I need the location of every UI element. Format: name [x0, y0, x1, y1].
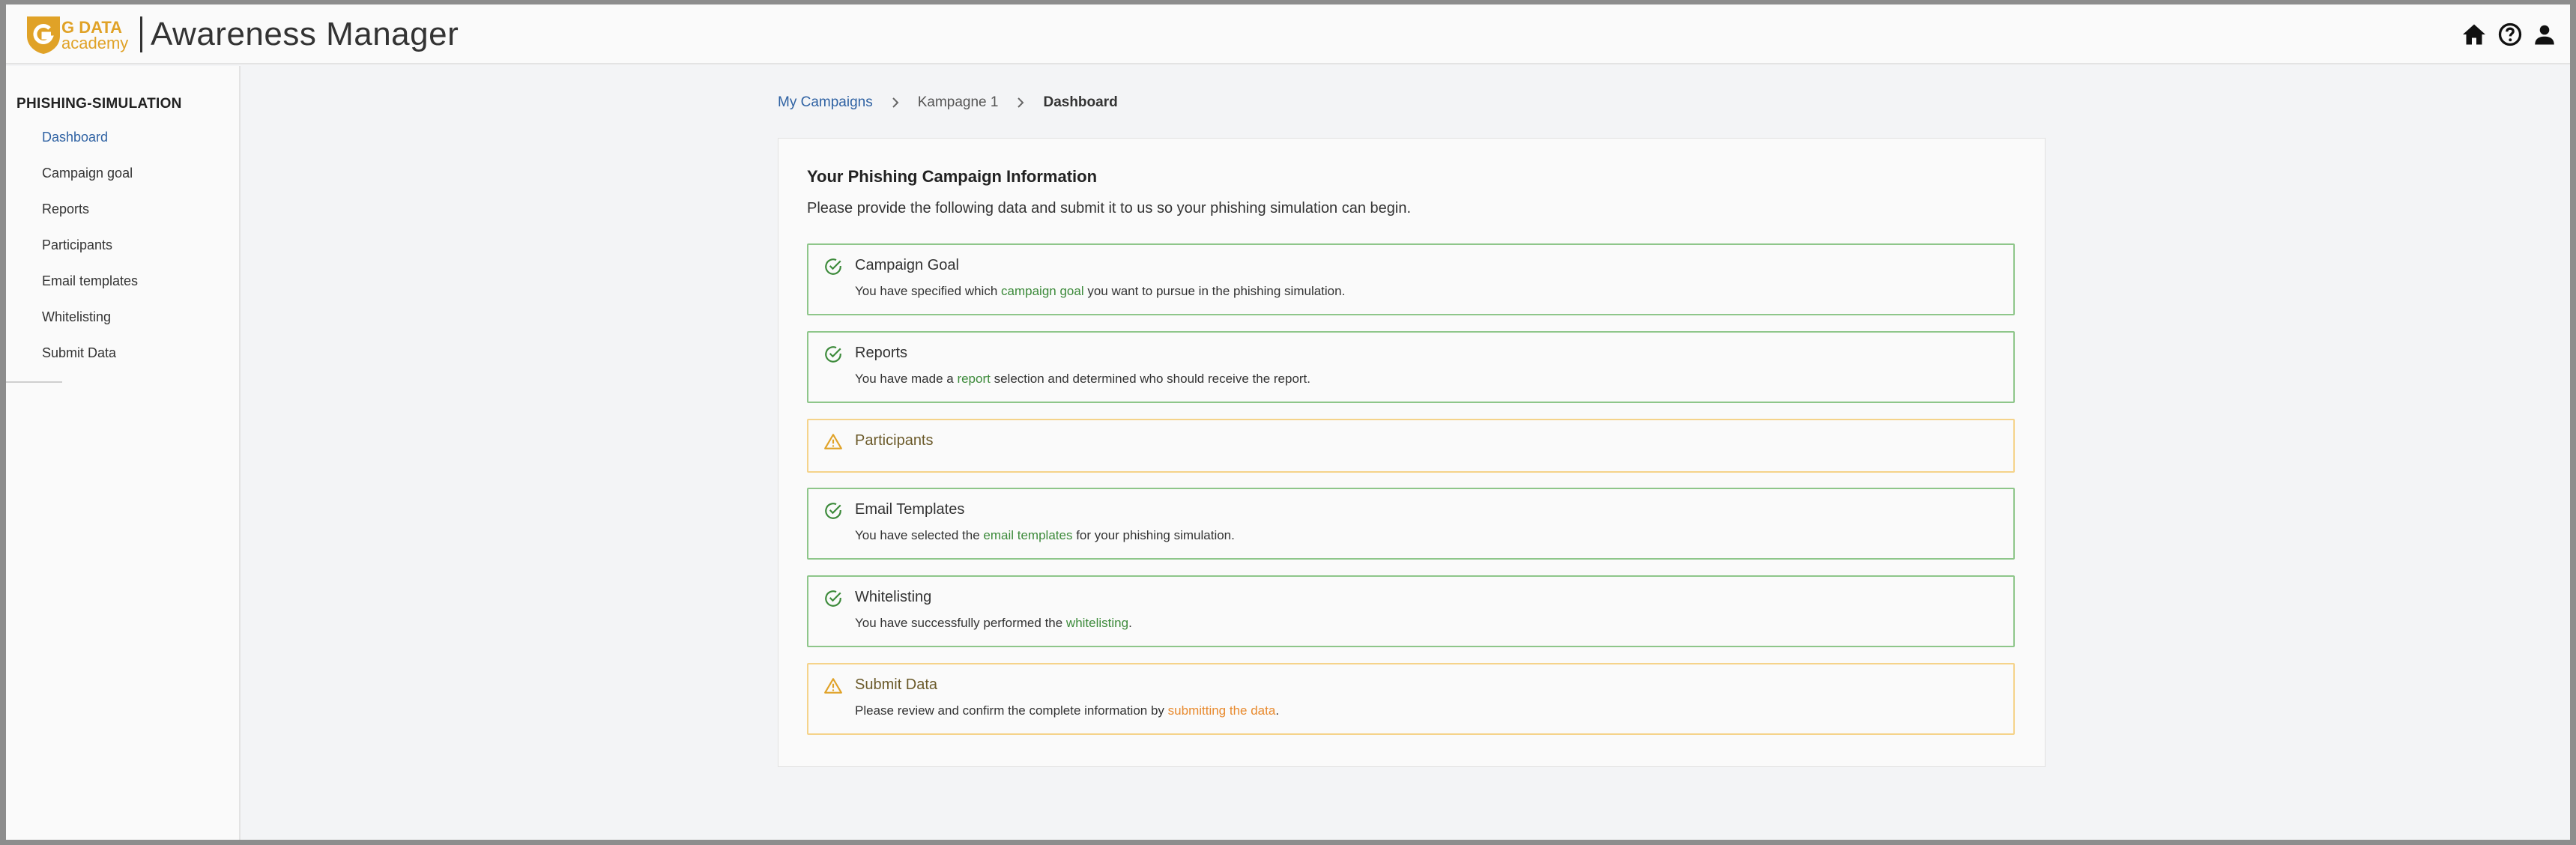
sidebar: PHISHING-SIMULATION Dashboard Campaign g…	[6, 66, 241, 840]
breadcrumb-campaign[interactable]: Kampagne 1	[918, 94, 999, 111]
card-title: Your Phishing Campaign Information	[807, 167, 1098, 186]
check-circle-icon	[823, 589, 843, 608]
sidebar-item-dashboard[interactable]: Dashboard	[42, 129, 138, 165]
item-description: Please review and confirm the complete i…	[855, 703, 1279, 718]
top-bar: G DATA academy Awareness Manager	[6, 4, 2570, 64]
campaign-goal-link[interactable]: campaign goal	[1001, 284, 1084, 298]
logo-text: G DATA academy	[61, 18, 129, 52]
status-item-participants[interactable]: Participants	[807, 419, 2015, 473]
item-desc-pre: Please review and confirm the complete i…	[855, 703, 1168, 718]
email-templates-link[interactable]: email templates	[983, 528, 1072, 542]
item-desc-post: you want to pursue in the phishing simul…	[1083, 284, 1346, 298]
status-item-submit-data: Submit Data Please review and confirm th…	[807, 663, 2015, 735]
home-icon[interactable]	[2461, 21, 2488, 48]
account-icon[interactable]	[2531, 21, 2558, 48]
breadcrumb-my-campaigns[interactable]: My Campaigns	[778, 94, 873, 111]
warning-icon	[823, 432, 843, 452]
item-desc-post: .	[1128, 616, 1132, 630]
app-title: Awareness Manager	[151, 16, 459, 52]
report-link[interactable]: report	[957, 372, 990, 386]
warning-icon	[823, 676, 843, 696]
logo-sub: academy	[61, 34, 129, 52]
item-description: You have selected the email templates fo…	[855, 528, 1235, 543]
sidebar-section-title: PHISHING-SIMULATION	[16, 96, 182, 112]
status-item-whitelisting: Whitelisting You have successfully perfo…	[807, 575, 2015, 647]
item-description: You have made a report selection and det…	[855, 372, 1310, 387]
chevron-right-icon	[873, 96, 918, 109]
sidebar-item-submit-data[interactable]: Submit Data	[42, 345, 138, 381]
check-circle-icon	[823, 345, 843, 364]
item-desc-pre: You have specified which	[855, 284, 1002, 298]
item-title: Campaign Goal	[855, 257, 959, 273]
item-desc-post: selection and determined who should rece…	[990, 372, 1311, 386]
item-description: You have specified which campaign goal y…	[855, 284, 1345, 299]
app-window: G DATA academy Awareness Manager PHISHIN…	[6, 4, 2570, 840]
chevron-right-icon	[998, 96, 1043, 109]
sidebar-item-reports[interactable]: Reports	[42, 201, 138, 237]
logo-brand: G DATA	[61, 18, 123, 37]
item-title: Submit Data	[855, 676, 938, 693]
breadcrumb: My Campaigns Kampagne 1 Dashboard	[778, 94, 1118, 111]
item-title: Whitelisting	[855, 589, 932, 605]
sidebar-item-email-templates[interactable]: Email templates	[42, 273, 138, 309]
submit-data-link[interactable]: submitting the data	[1168, 703, 1276, 718]
item-description: You have successfully performed the whit…	[855, 616, 1132, 631]
item-desc-pre: You have made a	[855, 372, 958, 386]
item-desc-pre: You have successfully performed the	[855, 616, 1066, 630]
check-circle-icon	[823, 501, 843, 521]
sidebar-item-whitelisting[interactable]: Whitelisting	[42, 309, 138, 345]
logo-divider	[140, 16, 142, 52]
check-circle-icon	[823, 257, 843, 276]
item-desc-pre: You have selected the	[855, 528, 984, 542]
item-title: Email Templates	[855, 501, 965, 518]
status-item-reports: Reports You have made a report selection…	[807, 331, 2015, 403]
breadcrumb-current: Dashboard	[1043, 94, 1118, 110]
whitelisting-link[interactable]: whitelisting	[1066, 616, 1128, 630]
g-data-logo-icon[interactable]	[22, 13, 64, 55]
sidebar-item-participants[interactable]: Participants	[42, 237, 138, 273]
status-item-campaign-goal: Campaign Goal You have specified which c…	[807, 243, 2015, 315]
status-item-email-templates: Email Templates You have selected the em…	[807, 488, 2015, 560]
item-title: Reports	[855, 345, 908, 361]
sidebar-nav: Dashboard Campaign goal Reports Particip…	[42, 129, 138, 381]
help-icon[interactable]	[2497, 21, 2524, 48]
sidebar-item-campaign-goal[interactable]: Campaign goal	[42, 165, 138, 201]
item-desc-post: for your phishing simulation.	[1072, 528, 1235, 542]
item-desc-post: .	[1275, 703, 1280, 718]
card-subtitle: Please provide the following data and su…	[807, 200, 1412, 216]
item-title: Participants	[855, 432, 934, 449]
campaign-info-card: Your Phishing Campaign Information Pleas…	[778, 138, 2046, 767]
sidebar-divider	[6, 381, 62, 383]
